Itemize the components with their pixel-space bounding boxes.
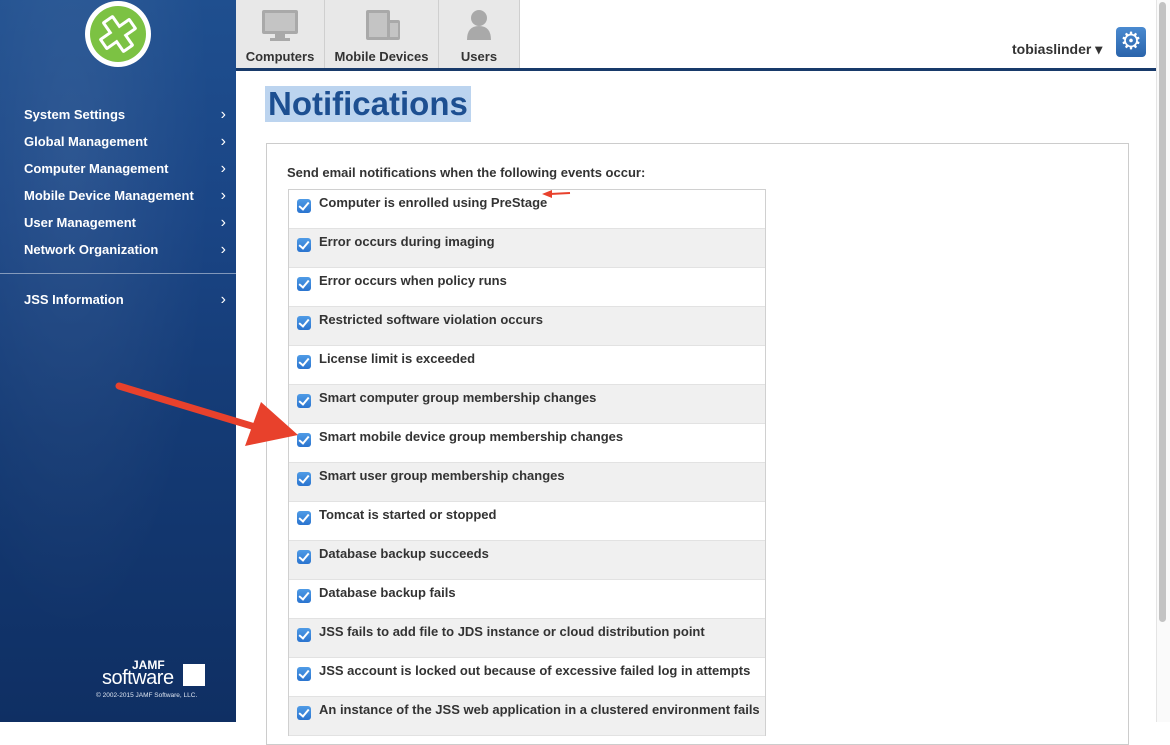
top-bar: Computers Mobile Devices Users — [236, 0, 1170, 70]
annotation-arrow-icon — [542, 190, 571, 198]
settings-button[interactable]: ⚙ — [1116, 27, 1146, 57]
brand-software: software — [102, 667, 174, 689]
notification-label: Database backup succeeds — [319, 546, 489, 561]
list-item: Restricted software violation occurs — [289, 307, 765, 346]
sidebar-nav-secondary: JSS Information › — [0, 288, 236, 315]
mobile-devices-icon — [365, 10, 400, 40]
sidebar-item-label: Computer Management — [24, 161, 169, 176]
checkbox[interactable] — [297, 355, 311, 369]
notification-label: An instance of the JSS web application i… — [319, 702, 760, 717]
sidebar-item-global-management[interactable]: Global Management › — [0, 130, 236, 157]
notification-label: Error occurs during imaging — [319, 234, 495, 249]
chevron-right-icon: › — [220, 187, 226, 204]
checkbox[interactable] — [297, 589, 311, 603]
chevron-right-icon: › — [220, 214, 226, 231]
notifications-prompt: Send email notifications when the follow… — [287, 165, 646, 180]
sidebar-item-jss-information[interactable]: JSS Information › — [0, 288, 236, 315]
list-item: Smart computer group membership changes — [289, 385, 765, 424]
tab-label: Mobile Devices — [334, 49, 429, 64]
user-icon — [467, 10, 491, 40]
sidebar: System Settings › Global Management › Co… — [0, 0, 236, 722]
tab-mobile-devices[interactable]: Mobile Devices — [325, 0, 439, 68]
list-item: License limit is exceeded — [289, 346, 765, 385]
checkbox[interactable] — [297, 277, 311, 291]
checkbox[interactable] — [297, 316, 311, 330]
notification-label: Error occurs when policy runs — [319, 273, 507, 288]
notification-label: Smart computer group membership changes — [319, 390, 597, 405]
tab-users[interactable]: Users — [439, 0, 520, 68]
list-item: Computer is enrolled using PreStage — [289, 190, 765, 229]
user-menu[interactable]: tobiaslinder ▾ — [1012, 41, 1102, 58]
notification-label: Computer is enrolled using PreStage — [319, 195, 548, 210]
sidebar-item-user-management[interactable]: User Management › — [0, 211, 236, 238]
notifications-list: Computer is enrolled using PreStage Erro… — [288, 189, 766, 736]
sidebar-item-label: System Settings — [24, 107, 126, 122]
sidebar-item-label: JSS Information — [24, 292, 124, 307]
checkbox[interactable] — [297, 550, 311, 564]
sidebar-item-computer-management[interactable]: Computer Management › — [0, 157, 236, 184]
notification-label: Smart mobile device group membership cha… — [319, 429, 624, 444]
chevron-right-icon: › — [220, 241, 226, 258]
list-item: Error occurs during imaging — [289, 229, 765, 268]
chevron-right-icon: › — [220, 291, 226, 308]
top-bar-border — [236, 68, 1156, 71]
list-item: Smart mobile device group membership cha… — [289, 424, 765, 463]
sidebar-item-label: Mobile Device Management — [24, 188, 194, 203]
monitor-icon — [262, 10, 298, 41]
list-item: Smart user group membership changes — [289, 463, 765, 502]
notification-label: JSS fails to add file to JDS instance or… — [319, 624, 705, 639]
list-item: JSS fails to add file to JDS instance or… — [289, 619, 765, 658]
page-title: Notifications — [265, 86, 471, 122]
tab-label: Computers — [245, 49, 315, 64]
checkbox[interactable] — [297, 706, 311, 720]
sidebar-item-network-organization[interactable]: Network Organization › — [0, 238, 236, 265]
list-item: Database backup fails — [289, 580, 765, 619]
sidebar-divider — [0, 273, 236, 274]
scrollbar-thumb[interactable] — [1159, 2, 1166, 622]
list-item: Error occurs when policy runs — [289, 268, 765, 307]
tab-computers[interactable]: Computers — [236, 0, 325, 68]
list-item: An instance of the JSS web application i… — [289, 697, 765, 736]
list-item: JSS account is locked out because of exc… — [289, 658, 765, 697]
checkbox[interactable] — [297, 238, 311, 252]
checkbox[interactable] — [297, 199, 311, 213]
list-item: Database backup succeeds — [289, 541, 765, 580]
sidebar-item-system-settings[interactable]: System Settings › — [0, 103, 236, 130]
chevron-right-icon: › — [220, 160, 226, 177]
sidebar-item-mobile-device-management[interactable]: Mobile Device Management › — [0, 184, 236, 211]
annotation-arrow-icon — [115, 382, 298, 446]
jss-logo[interactable] — [85, 1, 151, 67]
notification-label: Tomcat is started or stopped — [319, 507, 497, 522]
tab-label: Users — [460, 49, 498, 64]
notification-label: JSS account is locked out because of exc… — [319, 663, 751, 678]
sidebar-nav: System Settings › Global Management › Co… — [0, 103, 236, 265]
notification-label: Smart user group membership changes — [319, 468, 565, 483]
gear-icon: ⚙ — [1120, 28, 1142, 55]
notification-label: Restricted software violation occurs — [319, 312, 543, 327]
checkbox[interactable] — [297, 628, 311, 642]
brand-copyright: © 2002-2015 JAMF Software, LLC. — [96, 692, 198, 699]
checkbox[interactable] — [297, 511, 311, 525]
sidebar-item-label: Global Management — [24, 134, 148, 149]
checkbox[interactable] — [297, 472, 311, 486]
cross-logo-icon — [99, 15, 137, 53]
notification-label: Database backup fails — [319, 585, 456, 600]
sidebar-item-label: Network Organization — [24, 242, 159, 257]
list-item: Tomcat is started or stopped — [289, 502, 765, 541]
jamf-square-icon — [183, 664, 205, 686]
sidebar-item-label: User Management — [24, 215, 136, 230]
chevron-right-icon: › — [220, 106, 226, 123]
notification-label: License limit is exceeded — [319, 351, 476, 366]
chevron-right-icon: › — [220, 133, 226, 150]
checkbox[interactable] — [297, 667, 311, 681]
